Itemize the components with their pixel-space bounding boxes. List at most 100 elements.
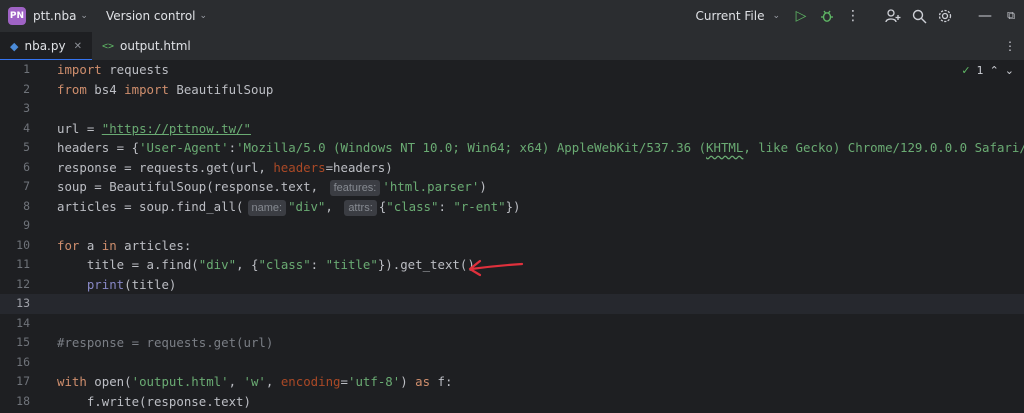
code-text-span: f:: [430, 374, 453, 389]
code-text-span: }): [505, 198, 521, 214]
code-text-span: title = a.find(: [57, 257, 199, 272]
chevron-down-icon[interactable]: ⌄: [200, 11, 208, 21]
keyword: in: [101, 237, 117, 253]
code-line: #response = requests.get(url): [57, 333, 1024, 353]
code-line: response = requests.get(url, headers=hea…: [57, 158, 1024, 178]
line-number: 17: [16, 374, 30, 388]
inspection-widget[interactable]: ✓ 1 ⌃ ⌄: [961, 64, 1014, 77]
add-user-icon[interactable]: [880, 0, 906, 32]
project-badge[interactable]: PN: [8, 7, 26, 25]
minimize-icon[interactable]: —: [972, 0, 998, 32]
chevron-down-icon[interactable]: ⌄: [772, 11, 780, 21]
string-literal: "r-ent": [453, 198, 506, 214]
keyword: as: [415, 374, 431, 389]
code-text-span: ,: [265, 374, 281, 389]
string-literal: "div": [288, 198, 326, 214]
code-text-span: [57, 277, 87, 292]
code-line: with open('output.html', 'w', encoding='…: [57, 372, 1024, 392]
check-icon: ✓: [961, 64, 971, 77]
code-text-span: soup = BeautifulSoup(response.text,: [57, 179, 326, 194]
debug-icon[interactable]: [814, 0, 840, 32]
run-config-selector[interactable]: Current File: [695, 9, 764, 23]
line-number: 11: [16, 257, 30, 271]
line-number: 18: [16, 393, 30, 408]
run-icon[interactable]: ▷: [788, 0, 814, 32]
parameter-hint: attrs:: [344, 199, 377, 216]
chevron-down-icon[interactable]: ⌄: [80, 11, 88, 21]
chevron-up-icon[interactable]: ⌃: [990, 64, 999, 77]
keyword: from: [57, 81, 87, 97]
tab-output-html[interactable]: <> output.html: [92, 32, 201, 60]
comment: #response = requests.get(url): [57, 335, 274, 350]
code-line: from bs4 import BeautifulSoup: [57, 80, 1024, 100]
code-text-span: ): [479, 179, 487, 194]
code-text-span: =: [340, 374, 348, 389]
code-text-span: (title): [124, 276, 177, 292]
code-line: headers = {'User-Agent':'Mozilla/5.0 (Wi…: [57, 138, 1024, 158]
code-text-span: open(: [86, 374, 132, 389]
search-icon[interactable]: [906, 0, 932, 32]
code-line: articles = soup.find_all(name: "div", att…: [57, 197, 1024, 217]
code-text-span: =headers): [325, 159, 393, 175]
code-text-span: }).get_text(): [377, 257, 475, 272]
line-number: 10: [16, 237, 30, 252]
string-literal: "class": [258, 257, 311, 272]
code-text-span: url =: [57, 120, 102, 136]
code-text-span: ,: [228, 374, 244, 389]
keyword: with: [57, 374, 87, 389]
line-number: 8: [23, 198, 30, 213]
line-number: 4: [23, 120, 30, 135]
code-line: f.write(response.text): [57, 392, 1024, 412]
tab-actions-menu-icon[interactable]: ⋮: [1004, 32, 1016, 60]
restore-icon[interactable]: ⧉: [998, 0, 1024, 32]
line-number: 2: [23, 81, 30, 96]
line-number: 9: [23, 218, 30, 232]
tab-label: nba.py: [24, 39, 66, 53]
inspection-count: 1: [976, 64, 984, 77]
code-line: import requests: [57, 60, 1024, 80]
string-literal: "title": [325, 257, 378, 272]
line-number: 5: [23, 140, 30, 154]
code-text-span: :: [438, 198, 454, 214]
settings-icon[interactable]: [932, 0, 958, 32]
python-file-icon: ◆: [10, 39, 19, 53]
string-literal: 'w': [243, 374, 266, 389]
chevron-down-icon[interactable]: ⌄: [1005, 64, 1014, 77]
project-name[interactable]: ptt.nba: [33, 9, 76, 23]
keyword-argument: headers: [273, 159, 326, 175]
code-text-span: BeautifulSoup: [168, 81, 274, 97]
line-number-current: 13: [16, 296, 30, 310]
url-string[interactable]: "https://pttnow.tw/": [102, 121, 251, 136]
line-number: 15: [16, 335, 30, 349]
string-literal: "class": [386, 198, 439, 214]
code-line: soup = BeautifulSoup(response.text, feat…: [57, 177, 1024, 197]
line-number: 7: [23, 179, 30, 193]
version-control-menu[interactable]: Version control: [106, 9, 196, 23]
code-text-span: requests: [101, 62, 169, 77]
code-text-span: headers = {: [57, 140, 140, 155]
string-literal: "div": [198, 257, 237, 272]
code-line-current[interactable]: [57, 294, 1024, 314]
code-text-span: a: [79, 237, 102, 253]
code-text-span: :: [310, 257, 326, 272]
line-number: 6: [23, 159, 30, 174]
title-bar: PN ptt.nba ⌄ Version control ⌄ Current F…: [0, 0, 1024, 32]
code-text[interactable]: import requests from bs4 import Beautifu…: [57, 60, 1024, 411]
keyword: import: [124, 81, 169, 97]
parameter-hint: name:: [247, 199, 287, 216]
line-number: 3: [23, 101, 30, 115]
spelling-warning-string: KHTML: [706, 140, 744, 155]
string-literal: 'utf-8': [347, 374, 401, 389]
tab-label: output.html: [120, 39, 191, 53]
parameter-hint: features:: [329, 180, 381, 196]
close-icon[interactable]: ✕: [74, 41, 82, 52]
tab-nba-py[interactable]: ◆ nba.py ✕: [0, 32, 92, 61]
line-number: 16: [16, 354, 30, 369]
code-text-span: f.write(response.text): [57, 393, 251, 409]
more-icon[interactable]: ⋮: [840, 0, 866, 32]
keyword: for: [57, 237, 80, 253]
code-editor[interactable]: 1 2 3 4 5 6 7 8 9 10 11 12 13 14 15 16 1…: [0, 60, 1024, 413]
